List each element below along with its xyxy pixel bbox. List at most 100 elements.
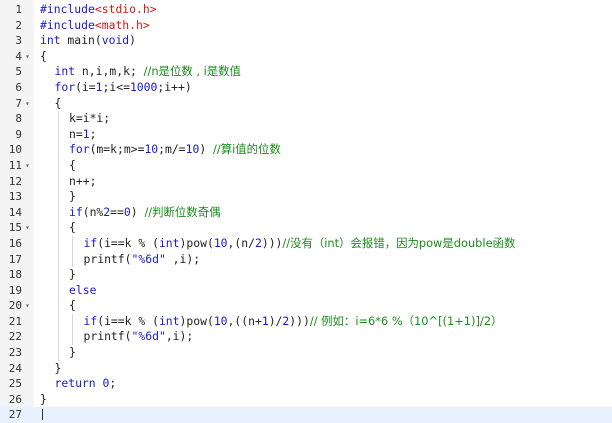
code-text[interactable]: return 0; [55,376,117,392]
fold-toggle-icon[interactable]: ▾ [25,298,30,314]
fold-toggle-icon[interactable]: ▾ [25,49,30,65]
line-number: 16 [8,236,22,250]
code-line[interactable]: 17 printf("%6d" ,i); [0,251,612,268]
code-line[interactable]: 23} [0,345,612,361]
code-token: )pow( [179,313,214,328]
code-text[interactable]: n=1; [69,127,96,143]
code-token: ))) [261,235,283,250]
indent-guide [57,313,59,330]
code-line[interactable]: 18} [0,267,612,283]
code-token: ) [130,204,145,219]
line-number: 6 [15,80,22,94]
code-line[interactable]: 12 n++; [0,173,612,190]
line-number: 9 [15,127,22,141]
code-line[interactable]: 25 return 0; [0,376,612,392]
indent-guide [72,235,73,252]
code-text[interactable]: { [69,298,76,314]
code-token: )/ [268,313,283,328]
code-text[interactable]: } [55,361,62,377]
code-token: { [54,95,62,110]
line-number: 19 [8,283,22,297]
code-line[interactable]: 14 if(n%2==0) //判断位数奇偶 [0,204,612,221]
code-line[interactable]: 10 for(m=k;m>=10;m/=10) //算i值的位数 [0,142,612,158]
code-text[interactable]: int main(void) [40,33,136,49]
code-text[interactable]: printf("%6d",i); [84,329,194,345]
code-token: if [69,204,83,219]
code-token: 1 [261,313,269,328]
code-line[interactable]: 6 for(i=1;i<=1000;i++) [0,80,612,96]
code-text[interactable]: { [55,96,62,112]
code-line[interactable]: 5 int n,i,m,k; //n是位数 , i是数值 [0,64,612,80]
code-line[interactable]: 3 int main(void) [0,33,612,49]
code-text[interactable]: else [69,283,96,299]
indent-guide [57,126,59,143]
code-line[interactable]: 26} [0,392,612,408]
code-line[interactable]: 20 ▾ { [0,298,612,314]
code-text[interactable]: #include<stdio.h> [40,2,157,18]
code-line[interactable]: 1 #include<stdio.h> [0,2,612,18]
code-line[interactable]: 7 ▾ { [0,96,612,112]
code-text[interactable]: if(n%2==0) //判断位数奇偶 [69,205,220,221]
fold-toggle-icon[interactable]: ▾ [25,158,30,174]
code-token: 1 [82,126,90,141]
code-token: void [101,33,130,48]
line-number: 13 [8,190,22,204]
code-line[interactable]: 22 printf("%6d",i); [0,329,612,346]
line-number: 17 [8,252,22,266]
code-text[interactable]: #include<math.h> [40,18,150,34]
code-text[interactable]: { [40,49,47,65]
code-text[interactable]: for(m=k;m>=10;m/=10) //算i值的位数 [69,142,281,158]
code-text[interactable]: { [69,158,76,174]
code-line[interactable]: 8 k=i*i; [0,111,612,127]
code-line[interactable]: 21 if(i==k % (int)pow(10,((n+1)/2)))// 例如… [0,313,612,330]
indent-guide [57,189,59,205]
code-line[interactable]: 16 if(i==k % (int)pow(10,(n/2)))//没有（int）… [0,235,612,252]
code-line[interactable]: 9 n=1; [0,126,612,143]
indent-guide [57,111,59,127]
code-text[interactable]: if(i==k % (int)pow(10,(n/2)))//没有（int）会报… [84,236,516,252]
code-text[interactable]: printf("%6d" ,i); [84,252,201,268]
code-text[interactable]: if(i==k % (int)pow(10,((n+1)/2)))// 例如：i… [84,314,503,330]
code-line[interactable]: 13} [0,189,612,205]
code-line[interactable]: 19 else [0,282,612,299]
code-line[interactable]: 15 ▾ { [0,220,612,236]
code-text[interactable]: int n,i,m,k; //n是位数 , i是数值 [55,64,241,80]
code-token: 10 [185,142,200,157]
code-lines[interactable]: 1 #include<stdio.h> 2 #include<math.h> 3 int … [0,2,612,423]
fold-toggle-icon[interactable]: ▾ [25,220,30,236]
code-token: { [69,220,76,235]
line-number: 18 [8,268,22,282]
code-line[interactable]: 27 [0,407,612,423]
indent-guide [57,267,59,283]
line-number: 2 [15,18,22,32]
code-editor[interactable]: 1 #include<stdio.h> 2 #include<math.h> 3 int … [0,0,612,423]
code-text[interactable]: n++; [69,174,96,190]
code-token: { [69,298,76,313]
code-token: "%6d" [131,329,166,344]
code-text[interactable]: } [40,392,47,408]
code-token: ) [129,33,137,48]
indent-guide [57,298,59,314]
code-line[interactable]: 2 #include<math.h> [0,18,612,34]
code-text[interactable]: } [69,345,76,361]
code-token: int [158,235,180,250]
line-number: 21 [8,314,22,328]
code-text[interactable]: { [69,220,76,236]
code-token: } [54,360,62,375]
code-line[interactable]: 24} [0,361,612,377]
code-text[interactable]: } [69,267,76,283]
fold-toggle-icon[interactable]: ▾ [25,96,30,112]
code-token: int [158,313,180,328]
code-line[interactable]: 4 ▾ { [0,49,612,65]
indent-guide [57,142,59,158]
code-text[interactable]: } [69,189,76,205]
line-number: 26 [8,392,22,406]
text-caret [42,409,43,421]
code-line[interactable]: 11 ▾ { [0,157,612,174]
code-token: //没有（int）会报错，因为pow是double函数 [282,235,516,250]
code-text[interactable]: for(i=1;i<=1000;i++) [55,80,192,96]
code-token: return [54,376,96,391]
code-text[interactable]: k=i*i; [69,111,110,127]
line-number: 25 [8,377,22,391]
